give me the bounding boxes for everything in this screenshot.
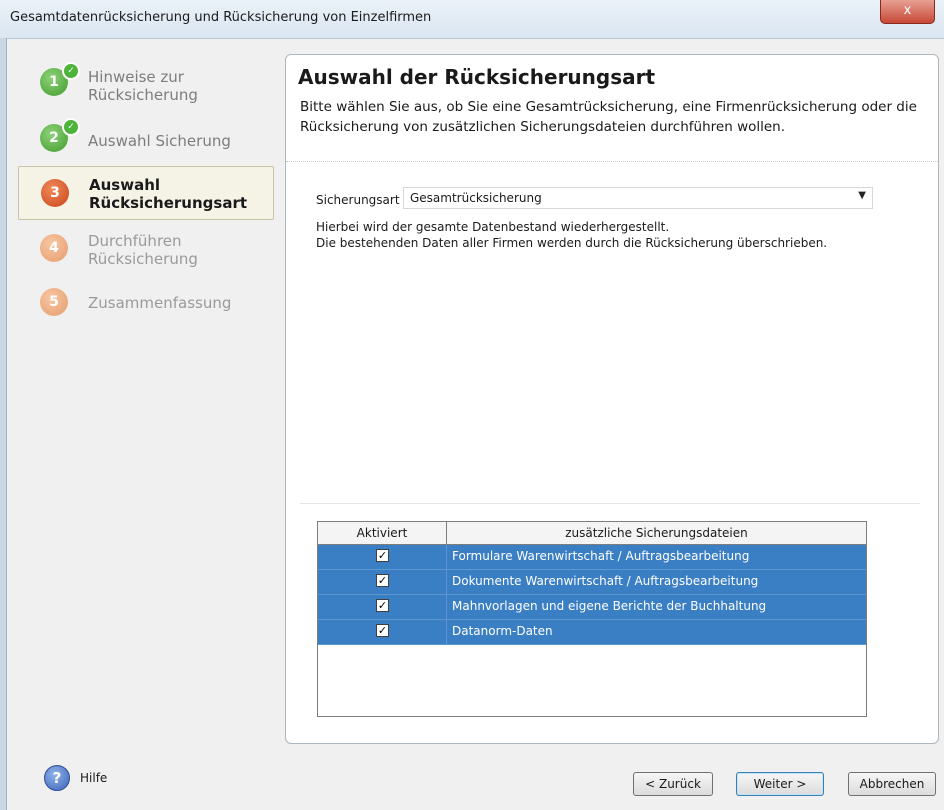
step-auswahl-ruecksicherungsart[interactable]: 3 Auswahl Rücksicherungsart	[18, 166, 274, 220]
row-label: Dokumente Warenwirtschaft / Auftragsbear…	[452, 574, 759, 588]
info-line: Die bestehenden Daten aller Firmen werde…	[316, 236, 828, 250]
step-label: Auswahl Rücksicherungsart	[89, 176, 248, 212]
dropdown-arrow-icon[interactable]: ▼	[858, 190, 866, 201]
step-number-badge: 3	[41, 179, 69, 207]
column-header-dateien[interactable]: zusätzliche Sicherungsdateien	[447, 522, 866, 544]
column-divider	[446, 570, 447, 594]
step-number-badge: 4	[40, 234, 68, 262]
table-row[interactable]: ✓ Datanorm-Daten	[318, 620, 866, 645]
back-button[interactable]: < Zurück	[633, 772, 713, 796]
step-label: Durchführen Rücksicherung	[88, 232, 198, 268]
help-link[interactable]: Hilfe	[80, 771, 107, 785]
sicherungsart-dropdown[interactable]: Gesamtrücksicherung ▼	[403, 187, 873, 209]
step-auswahl-sicherung[interactable]: 2 ✓ Auswahl Sicherung	[18, 112, 274, 164]
table-header: Aktiviert zusätzliche Sicherungsdateien	[318, 522, 866, 545]
page-description: Bitte wählen Sie aus, ob Sie eine Gesamt…	[300, 99, 917, 135]
title-bar: Gesamtdatenrücksicherung und Rücksicheru…	[0, 0, 944, 39]
window-title: Gesamtdatenrücksicherung und Rücksicheru…	[10, 10, 432, 25]
column-header-aktiviert[interactable]: Aktiviert	[318, 522, 447, 544]
divider	[300, 503, 920, 504]
panel-header: Auswahl der Rücksicherungsart Bitte wähl…	[286, 55, 938, 162]
column-divider	[446, 620, 447, 644]
close-button[interactable]: x	[880, 0, 935, 24]
row-checkbox[interactable]: ✓	[376, 574, 389, 587]
info-line: Hierbei wird der gesamte Datenbestand wi…	[316, 220, 670, 234]
info-text: Hierbei wird der gesamte Datenbestand wi…	[316, 219, 827, 251]
help-icon[interactable]: ?	[44, 765, 70, 791]
table-row[interactable]: ✓ Dokumente Warenwirtschaft / Auftragsbe…	[318, 570, 866, 595]
dropdown-value: Gesamtrücksicherung	[410, 191, 542, 205]
dialog-window: Gesamtdatenrücksicherung und Rücksicheru…	[0, 0, 944, 810]
step-hinweise[interactable]: 1 ✓ Hinweise zur Rücksicherung	[18, 52, 274, 112]
table-row[interactable]: ✓ Mahnvorlagen und eigene Berichte der B…	[318, 595, 866, 620]
column-divider	[446, 595, 447, 619]
step-label: Auswahl Sicherung	[88, 132, 231, 150]
page-title: Auswahl der Rücksicherungsart	[298, 65, 656, 89]
row-label: Mahnvorlagen und eigene Berichte der Buc…	[452, 599, 767, 613]
checkmark-icon: ✓	[62, 118, 80, 136]
additional-files-table[interactable]: Aktiviert zusätzliche Sicherungsdateien …	[317, 521, 867, 717]
step-number-badge: 5	[40, 288, 68, 316]
wizard-steps: 1 ✓ Hinweise zur Rücksicherung 2 ✓ Auswa…	[18, 52, 274, 752]
step-label: Hinweise zur Rücksicherung	[88, 68, 198, 104]
row-checkbox[interactable]: ✓	[376, 549, 389, 562]
step-durchfuehren[interactable]: 4 Durchführen Rücksicherung	[18, 222, 274, 278]
next-button[interactable]: Weiter >	[736, 772, 824, 796]
column-divider	[446, 545, 447, 569]
row-label: Formulare Warenwirtschaft / Auftragsbear…	[452, 549, 750, 563]
step-zusammenfassung[interactable]: 5 Zusammenfassung	[18, 278, 274, 322]
button-bar: ? Hilfe < Zurück Weiter > Abbrechen	[6, 752, 944, 810]
sicherungsart-label: Sicherungsart	[316, 193, 400, 207]
row-label: Datanorm-Daten	[452, 624, 553, 638]
window-frame-edge	[0, 38, 7, 810]
table-row[interactable]: ✓ Formulare Warenwirtschaft / Auftragsbe…	[318, 545, 866, 570]
step-label: Zusammenfassung	[88, 294, 232, 312]
row-checkbox[interactable]: ✓	[376, 599, 389, 612]
row-checkbox[interactable]: ✓	[376, 624, 389, 637]
checkmark-icon: ✓	[62, 62, 80, 80]
main-panel: Auswahl der Rücksicherungsart Bitte wähl…	[285, 54, 939, 744]
cancel-button[interactable]: Abbrechen	[848, 772, 936, 796]
